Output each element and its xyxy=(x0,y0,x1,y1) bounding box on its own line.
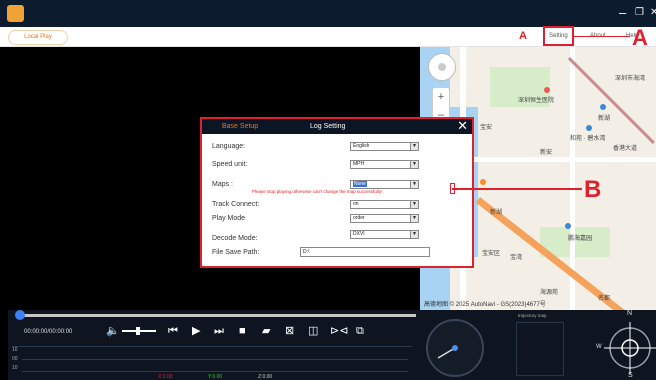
graph-y-tick: 10 xyxy=(12,365,18,371)
sensor-graph: 10 00 10 X:0.00 Y:0.00 Z:0.00 xyxy=(12,346,412,380)
settings-dialog: Base Setup Log Setting ✕ Language: Engli… xyxy=(200,117,474,268)
minimize-button[interactable]: – xyxy=(619,6,626,20)
map-rail xyxy=(567,57,655,144)
map-label: 海源苑 xyxy=(540,290,559,296)
progress-bar[interactable] xyxy=(18,314,416,317)
speedometer-hub xyxy=(452,345,458,351)
chevron-down-icon: ▼ xyxy=(410,215,418,222)
decode-mode-value: DXVI xyxy=(353,231,365,237)
map-label: 宝湾 xyxy=(510,255,523,261)
poi-metro-icon xyxy=(586,125,592,131)
map-label: 深圳市海湾 xyxy=(615,76,646,82)
play-mode-value: order xyxy=(353,215,365,221)
poi-metro-icon xyxy=(600,104,606,110)
graph-z-label: Z:0.00 xyxy=(258,374,273,380)
screenshot-icon[interactable]: ⊠ xyxy=(285,324,294,338)
map-label: 新安 xyxy=(540,150,553,156)
graph-y-tick: 00 xyxy=(12,356,18,362)
record-icon[interactable]: ⧉ xyxy=(356,324,364,338)
annotation-line-b xyxy=(452,188,582,190)
volume-icon[interactable]: 🔈 xyxy=(106,324,120,338)
map-label: 宝安区 xyxy=(482,251,501,257)
restore-button[interactable]: ❐ xyxy=(635,6,644,20)
language-label: Language: xyxy=(212,143,246,150)
map-label: 宝安 xyxy=(480,125,493,131)
chevron-down-icon: ▼ xyxy=(410,201,418,208)
open-folder-icon[interactable]: ▰ xyxy=(262,324,270,338)
annotation-label-b: B xyxy=(584,176,602,203)
app-logo-icon xyxy=(7,5,24,22)
track-connect-select[interactable]: on ▼ xyxy=(350,200,419,209)
compass-west: W xyxy=(596,344,602,350)
speed-unit-select[interactable]: MPH ▼ xyxy=(350,160,419,169)
title-bar: – ❐ ✕ xyxy=(0,0,656,27)
tab-log-setting[interactable]: Log Setting xyxy=(310,122,345,131)
annotation-label-a-small: A xyxy=(519,30,527,42)
trajectory-map-label: trajectory map xyxy=(518,313,547,318)
play-button[interactable]: ▶ xyxy=(192,324,200,338)
speed-unit-label: Speed unit: xyxy=(212,161,248,168)
close-button[interactable]: ✕ xyxy=(650,6,656,20)
file-save-path-input[interactable]: D:\ xyxy=(300,247,430,257)
zoom-in-button[interactable]: + xyxy=(433,88,449,106)
previous-button[interactable]: ⏮ xyxy=(168,324,178,338)
decode-mode-label: Decode Mode: xyxy=(212,235,258,242)
play-mode-select[interactable]: order ▼ xyxy=(350,214,419,223)
map-label: 名都 xyxy=(598,296,611,302)
mirror-icon[interactable]: ⊳⊲ xyxy=(330,324,348,338)
graph-x-label: X:0.00 xyxy=(158,374,173,380)
chevron-down-icon: ▼ xyxy=(410,181,418,188)
map-rotate-control[interactable] xyxy=(428,53,456,81)
map-copyright: 高德地图 © 2025 AutoNavi - GS(2023)4677号 xyxy=(424,302,546,308)
track-connect-value: on xyxy=(353,201,359,207)
dialog-close-icon[interactable]: ✕ xyxy=(457,119,468,133)
next-button[interactable]: ⏭ xyxy=(214,324,224,338)
track-connect-label: Track Connect: xyxy=(212,201,260,208)
annotation-label-a: A xyxy=(632,25,648,50)
chevron-down-icon: ▼ xyxy=(410,161,418,168)
annotation-line-a xyxy=(574,36,630,37)
language-select[interactable]: English ▼ xyxy=(350,142,419,151)
graph-gridline xyxy=(22,359,408,360)
graph-gridline xyxy=(22,371,408,372)
decode-mode-select[interactable]: DXVI ▼ xyxy=(350,230,419,239)
poi-metro-icon xyxy=(565,223,571,229)
map-label: 和苑 · 碧水湾 xyxy=(570,136,606,142)
compass-south: S xyxy=(628,372,633,379)
app-window: – ❐ ✕ Local Play Setting About Help + – … xyxy=(0,0,656,380)
tab-base-setup[interactable]: Base Setup xyxy=(222,122,258,131)
dialog-header: Base Setup Log Setting ✕ xyxy=(202,119,472,134)
trajectory-map xyxy=(516,322,564,376)
map-label: 香港大道 xyxy=(613,146,638,152)
compass-north: N xyxy=(627,310,633,317)
poi-marker-icon xyxy=(480,179,486,185)
map-label: 新湖 xyxy=(598,116,611,122)
progress-handle[interactable] xyxy=(15,310,25,320)
chevron-down-icon: ▼ xyxy=(410,231,418,238)
map-label: 深圳恒生医院 xyxy=(518,98,555,104)
time-display: 00:00:00/00:00:00 xyxy=(24,329,73,335)
graph-y-label: Y:0.00 xyxy=(208,374,223,380)
speed-unit-value: MPH xyxy=(353,161,365,167)
gauge-panel: trajectory map N S W xyxy=(420,310,656,380)
file-save-path-label: File Save Path: xyxy=(212,249,260,256)
maps-label: Maps : xyxy=(212,181,234,188)
chevron-down-icon: ▼ xyxy=(410,143,418,150)
window-icon[interactable]: ◫ xyxy=(308,324,318,338)
language-value: English xyxy=(353,143,370,149)
maps-select[interactable]: None ▼ xyxy=(350,180,419,189)
map-label: 鹏海嘉园 xyxy=(568,236,593,242)
stop-button[interactable]: ■ xyxy=(239,324,246,338)
play-mode-label: Play Mode xyxy=(212,215,246,222)
annotation-setting-highlight xyxy=(543,26,574,46)
volume-handle[interactable] xyxy=(136,327,140,335)
tab-local-play[interactable]: Local Play xyxy=(8,30,68,45)
map-label: 新湖 xyxy=(490,210,503,216)
maps-value: None xyxy=(353,181,367,187)
poi-hospital-icon xyxy=(544,87,550,93)
graph-y-tick: 10 xyxy=(12,347,18,353)
player-controls: 00:00:00/00:00:00 🔈 ⏮ ▶ ⏭ ■ ▰ ⊠ ◫ ⊳⊲ ⧉ 1… xyxy=(8,310,420,380)
map-warning-text: Please stop playing,otherwise can't chan… xyxy=(252,189,383,194)
